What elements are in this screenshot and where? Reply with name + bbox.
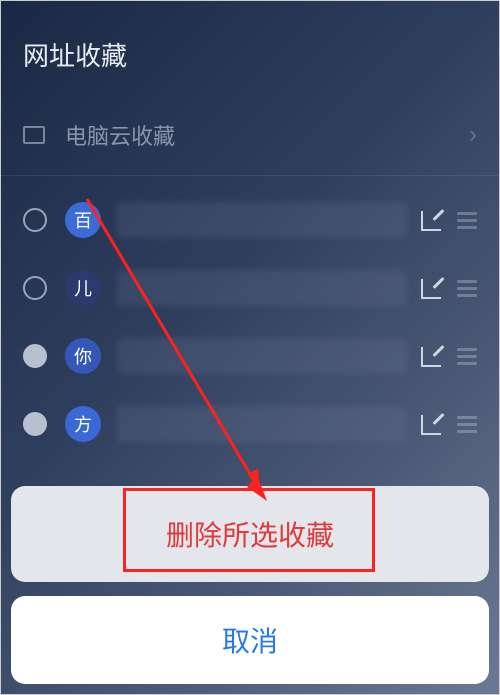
bookmark-title (117, 406, 407, 442)
cancel-button[interactable]: 取消 (11, 596, 489, 684)
site-badge: 方 (65, 406, 101, 442)
edit-icon[interactable] (421, 209, 443, 231)
site-badge: 百 (65, 202, 101, 238)
drag-handle-icon[interactable] (457, 212, 477, 229)
drag-handle-icon[interactable] (457, 416, 477, 433)
drag-handle-icon[interactable] (457, 348, 477, 365)
edit-icon[interactable] (421, 345, 443, 367)
monitor-icon (23, 126, 45, 144)
drag-handle-icon[interactable] (457, 280, 477, 297)
list-item[interactable]: 你 (1, 322, 499, 390)
bookmark-list: 百 儿 你 方 (1, 176, 499, 458)
checkbox[interactable] (23, 344, 47, 368)
bookmark-title (117, 202, 407, 238)
action-sheet: 删除所选收藏 取消 (11, 486, 489, 684)
checkbox[interactable] (23, 276, 47, 300)
checkbox[interactable] (23, 208, 47, 232)
page-title: 网址收藏 (23, 36, 477, 73)
cloud-sync-label: 电脑云收藏 (65, 119, 469, 151)
list-item[interactable]: 方 (1, 390, 499, 458)
checkbox[interactable] (23, 412, 47, 436)
cancel-label: 取消 (222, 626, 278, 657)
list-item[interactable]: 百 (1, 186, 499, 254)
bookmark-title (117, 270, 407, 306)
site-badge: 你 (65, 338, 101, 374)
delete-label: 删除所选收藏 (166, 520, 334, 551)
list-item[interactable]: 儿 (1, 254, 499, 322)
bookmark-title (117, 338, 407, 374)
delete-button[interactable]: 删除所选收藏 (11, 486, 489, 582)
cloud-sync-row[interactable]: 电脑云收藏 › (1, 99, 499, 176)
edit-icon[interactable] (421, 277, 443, 299)
site-badge: 儿 (65, 270, 101, 306)
edit-icon[interactable] (421, 413, 443, 435)
chevron-right-icon: › (469, 121, 477, 149)
